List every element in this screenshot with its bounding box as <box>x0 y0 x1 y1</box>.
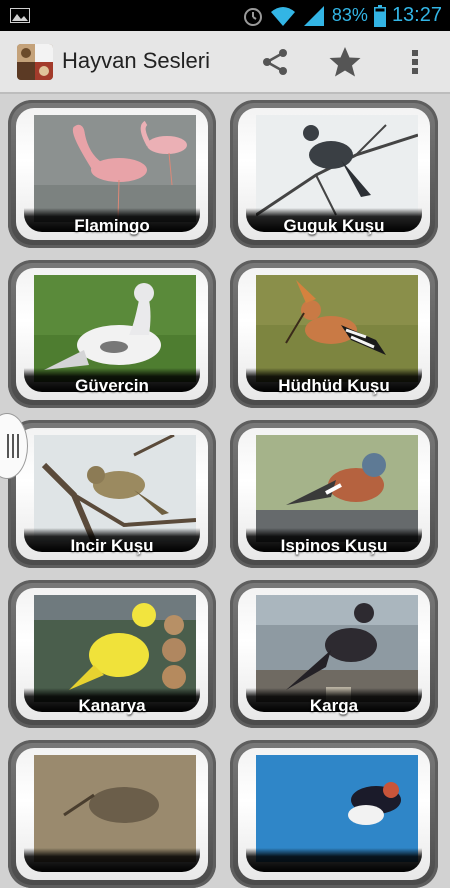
ispinos-kusu-image <box>256 435 418 542</box>
app-icon[interactable] <box>17 44 53 80</box>
incir-kusu-image <box>34 435 196 542</box>
bird-image <box>256 755 418 862</box>
battery-icon <box>373 4 386 27</box>
animal-tile-row5-right[interactable] <box>230 740 438 888</box>
tile-label: Flamingo <box>74 216 150 235</box>
animal-tile-flamingo[interactable]: Flamingo <box>8 100 216 248</box>
tile-label: Guguk Kuşu <box>283 216 385 235</box>
tile-label: Ispinos Kuşu <box>280 536 388 555</box>
share-icon <box>263 49 287 75</box>
overflow-menu-icon <box>412 50 418 74</box>
signal-icon <box>303 5 324 26</box>
animal-tile-row5-left[interactable] <box>8 740 216 888</box>
animal-tile-ispinos-kusu[interactable]: Ispinos Kuşu <box>230 420 438 568</box>
bird-image <box>34 755 196 862</box>
kanarya-image <box>34 595 196 702</box>
animal-tile-kanarya[interactable]: Kanarya <box>8 580 216 728</box>
guvercin-image <box>34 275 196 382</box>
app-title: Hayvan Sesleri <box>62 48 210 73</box>
star-icon <box>329 47 361 77</box>
guguk-kusu-image <box>256 115 418 222</box>
animal-tile-hudhud-kusu[interactable]: Hüdhüd Kuşu <box>230 260 438 408</box>
animal-tile-incir-kusu[interactable]: Incir Kuşu <box>8 420 216 568</box>
battery-percent: 83% <box>331 5 368 25</box>
overflow-menu-button[interactable] <box>396 43 434 81</box>
tile-label: Karga <box>309 696 359 715</box>
alarm-icon <box>243 7 262 26</box>
tile-label: Kanarya <box>78 696 146 715</box>
tile-label: Incir Kuşu <box>70 536 154 555</box>
hudhud-kusu-image <box>256 275 418 382</box>
tile-label: Hüdhüd Kuşu <box>278 376 390 395</box>
action-bar: Hayvan Sesleri <box>0 31 450 94</box>
tile-label: Güvercin <box>75 376 149 395</box>
animal-tile-guvercin[interactable]: Güvercin <box>8 260 216 408</box>
flamingo-image <box>34 115 196 222</box>
karga-image <box>256 595 418 702</box>
wifi-icon <box>270 6 295 26</box>
status-bar: 83% 13:27 <box>0 0 450 31</box>
animal-tile-karga[interactable]: Karga <box>230 580 438 728</box>
favorite-button[interactable] <box>326 43 364 81</box>
share-button[interactable] <box>256 43 294 81</box>
clock: 13:27 <box>391 4 442 26</box>
picture-icon <box>10 8 30 23</box>
animal-tile-guguk-kusu[interactable]: Guguk Kuşu <box>230 100 438 248</box>
